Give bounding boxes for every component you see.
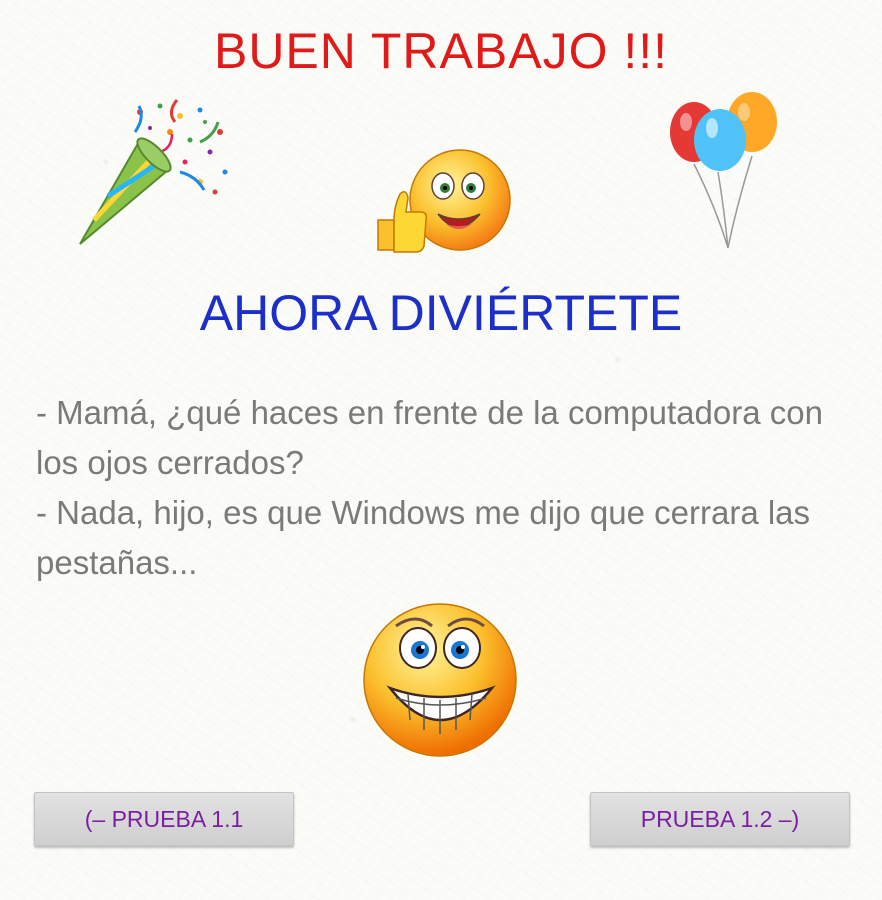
next-test-label: PRUEBA 1.2 –)	[640, 805, 800, 832]
balloons-icon	[670, 92, 777, 249]
thumbs-up-smiley-icon	[377, 149, 511, 253]
joke-line: - Mamá, ¿qué haces en frente de la compu…	[36, 394, 823, 481]
prev-test-label: (– PRUEBA 1.1	[84, 805, 244, 832]
grinning-smiley-icon	[363, 603, 517, 757]
joke-line: - Nada, hijo, es que Windows me dijo que…	[36, 494, 811, 581]
section-heading: AHORA DIVIÉRTETE	[199, 285, 683, 341]
prev-test-button[interactable]: (– PRUEBA 1.1	[34, 792, 294, 846]
party-popper-icon	[79, 99, 228, 245]
next-test-button[interactable]: PRUEBA 1.2 –)	[590, 792, 850, 846]
joke-text: - Mamá, ¿qué haces en frente de la compu…	[36, 388, 856, 588]
page-title: BUEN TRABAJO !!!	[213, 23, 669, 79]
